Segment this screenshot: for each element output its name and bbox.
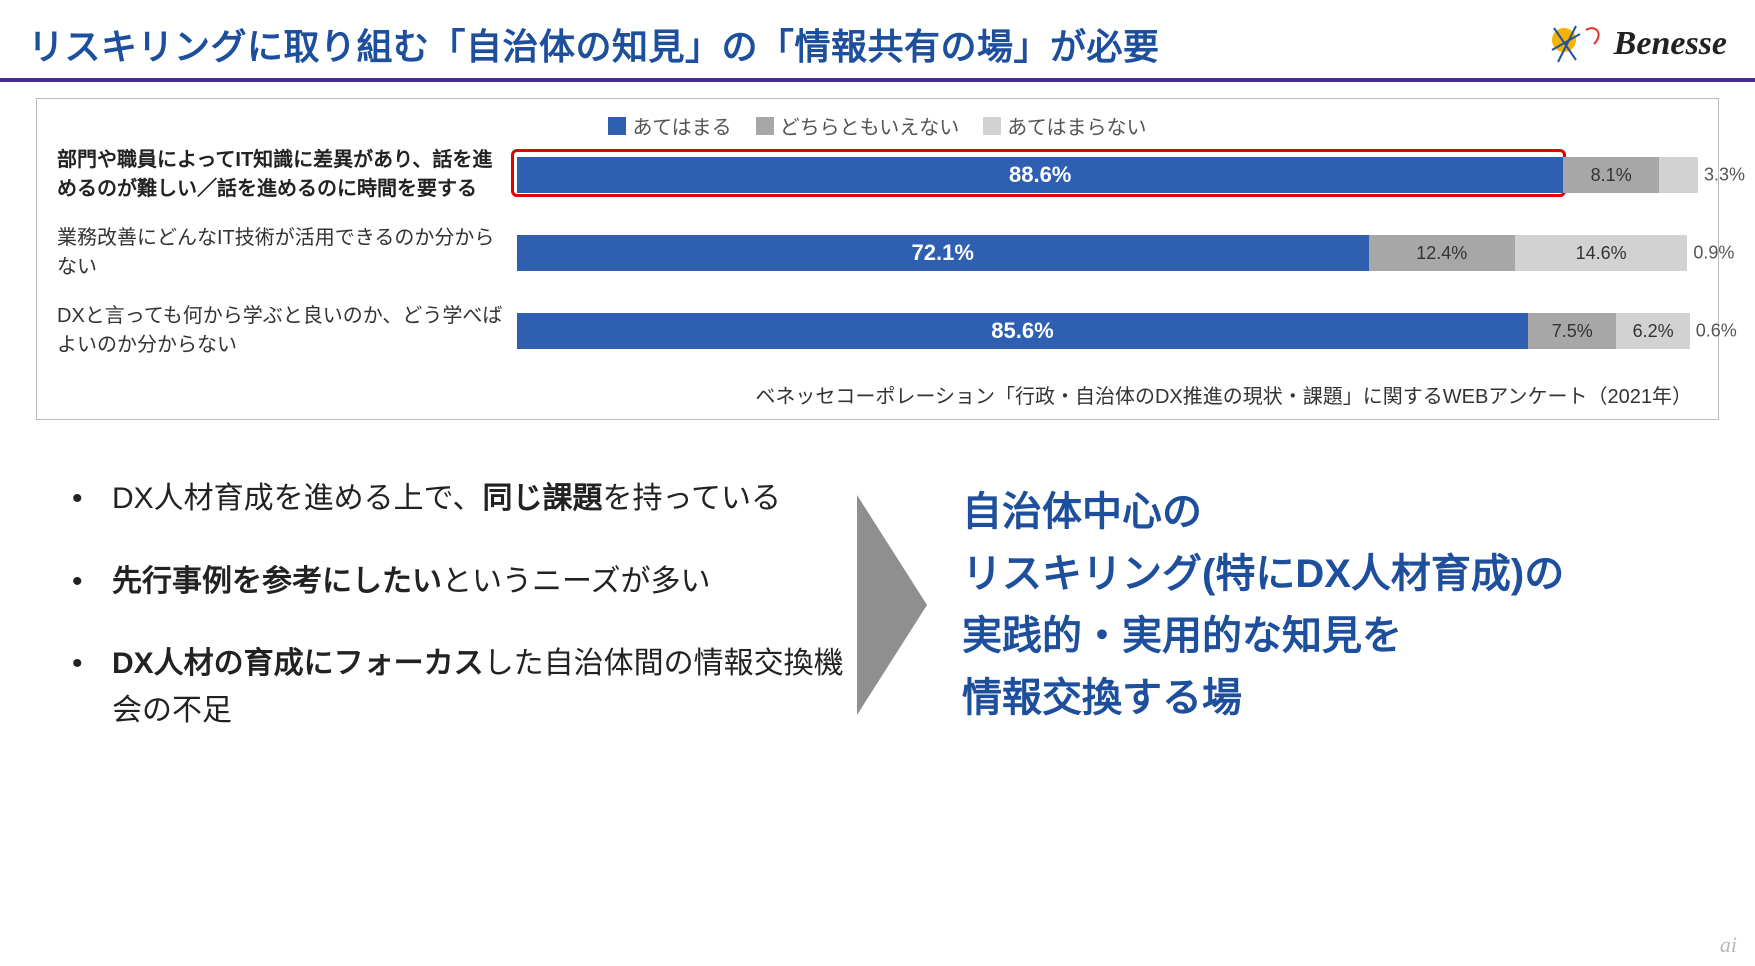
- row-label: 業務改善にどんなIT技術が活用できるのか分からない: [57, 224, 517, 282]
- bottom-section: • DX人材育成を進める上で、同じ課題を持っている • 先行事例を参考にしたいと…: [28, 476, 1727, 734]
- header: リスキリングに取り組む「自治体の知見」の「情報共有の場」が必要 Benesse: [28, 18, 1727, 70]
- chart-rows: 部門や職員によってIT知識に差異があり、話を進めるのが難しい／話を進めるのに時間…: [57, 146, 1698, 360]
- legend-label: どちらともいえない: [780, 111, 960, 140]
- chart-row: 業務改善にどんなIT技術が活用できるのか分からない 72.1% 12.4% 14…: [57, 224, 1698, 282]
- bar-value: 72.1%: [912, 240, 974, 266]
- legend-item: どちらともいえない: [756, 111, 960, 140]
- legend-item: あてはまる: [608, 111, 731, 140]
- brand-logo: Benesse: [1546, 20, 1727, 68]
- bar-segment-notapply: 6.2%0.6%: [1616, 313, 1689, 349]
- header-divider: [0, 78, 1755, 82]
- legend-item: あてはまらない: [983, 111, 1146, 140]
- bar-wrap: 85.6% 7.5% 6.2%0.6%: [517, 311, 1698, 351]
- conclusion-line: リスキリング(特にDX人材育成)の: [962, 543, 1697, 605]
- bar-track: 85.6% 7.5% 6.2%0.6%: [517, 313, 1698, 349]
- conclusion-text: 自治体中心の リスキリング(特にDX人材育成)の 実践的・実用的な知見を 情報交…: [962, 481, 1697, 729]
- bullet-text: 先行事例を参考にしたいというニーズが多い: [112, 559, 711, 606]
- bullet-list: • DX人材育成を進める上で、同じ課題を持っている • 先行事例を参考にしたいと…: [72, 476, 852, 734]
- chart-row: 部門や職員によってIT知識に差異があり、話を進めるのが難しい／話を進めるのに時間…: [57, 146, 1698, 204]
- bar-segment-applies: 72.1%: [517, 235, 1369, 271]
- legend-swatch-blue: [608, 117, 626, 135]
- bar-segment-notapply: 14.6%0.9%: [1515, 235, 1687, 271]
- bullet-item: • DX人材育成を進める上で、同じ課題を持っている: [72, 476, 852, 523]
- bar-overflow-value: 0.6%: [1696, 321, 1737, 342]
- bullet-text: DX人材の育成にフォーカスした自治体間の情報交換機会の不足: [112, 641, 852, 734]
- bullet-item: • DX人材の育成にフォーカスした自治体間の情報交換機会の不足: [72, 641, 852, 734]
- bullet-marker: •: [72, 559, 112, 606]
- bar-segment-notapply: 3.3%: [1659, 157, 1698, 193]
- bullet-marker: •: [72, 641, 112, 734]
- chart-source: ベネッセコーポレーション「行政・自治体のDX推進の現状・課題」に関するWEBアン…: [57, 380, 1698, 409]
- benesse-figure-icon: [1546, 20, 1606, 68]
- bar-value: 3.3%: [1704, 165, 1745, 186]
- bullet-text: DX人材育成を進める上で、同じ課題を持っている: [112, 476, 781, 523]
- bar-wrap: 88.6% 8.1% 3.3%: [517, 155, 1698, 195]
- bar-wrap: 72.1% 12.4% 14.6%0.9%: [517, 233, 1698, 273]
- bar-value: 7.5%: [1552, 322, 1593, 340]
- bar-segment-neutral: 8.1%: [1563, 157, 1659, 193]
- bar-track: 88.6% 8.1% 3.3%: [517, 157, 1698, 193]
- chart-card: あてはまる どちらともいえない あてはまらない 部門や職員によってIT知識に差異…: [36, 98, 1719, 420]
- brand-name: Benesse: [1614, 25, 1727, 63]
- row-label: DXと言っても何から学ぶと良いのか、どう学べばよいのか分からない: [57, 302, 517, 360]
- chart-row: DXと言っても何から学ぶと良いのか、どう学べばよいのか分からない 85.6% 7…: [57, 302, 1698, 360]
- conclusion-line: 実践的・実用的な知見を: [962, 605, 1697, 667]
- bar-segment-neutral: 7.5%: [1528, 313, 1617, 349]
- bar-value: 6.2%: [1633, 322, 1674, 340]
- bar-value: 8.1%: [1591, 166, 1632, 184]
- bar-segment-applies: 88.6%: [517, 157, 1563, 193]
- arrow-icon: [852, 495, 952, 715]
- bar-segment-applies: 85.6%: [517, 313, 1528, 349]
- bullet-marker: •: [72, 476, 112, 523]
- slide-title: リスキリングに取り組む「自治体の知見」の「情報共有の場」が必要: [28, 18, 1160, 70]
- slide: リスキリングに取り組む「自治体の知見」の「情報共有の場」が必要 Benesse …: [0, 0, 1755, 966]
- bar-overflow-value: 0.9%: [1693, 243, 1734, 264]
- bar-value: 88.6%: [1009, 162, 1071, 188]
- bar-track: 72.1% 12.4% 14.6%0.9%: [517, 235, 1698, 271]
- bar-value: 12.4%: [1416, 244, 1467, 262]
- legend-swatch-grey: [756, 117, 774, 135]
- bar-segment-neutral: 12.4%: [1369, 235, 1515, 271]
- watermark: ai: [1720, 932, 1737, 958]
- bullet-item: • 先行事例を参考にしたいというニーズが多い: [72, 559, 852, 606]
- row-label: 部門や職員によってIT知識に差異があり、話を進めるのが難しい／話を進めるのに時間…: [57, 146, 517, 204]
- legend-swatch-lightgrey: [983, 117, 1001, 135]
- bar-value: 14.6%: [1576, 244, 1627, 262]
- legend-label: あてはまる: [632, 111, 731, 140]
- chart-legend: あてはまる どちらともいえない あてはまらない: [57, 111, 1698, 140]
- conclusion-line: 自治体中心の: [962, 481, 1697, 543]
- conclusion-line: 情報交換する場: [962, 667, 1697, 729]
- bar-value: 85.6%: [991, 318, 1053, 344]
- legend-label: あてはまらない: [1007, 111, 1146, 140]
